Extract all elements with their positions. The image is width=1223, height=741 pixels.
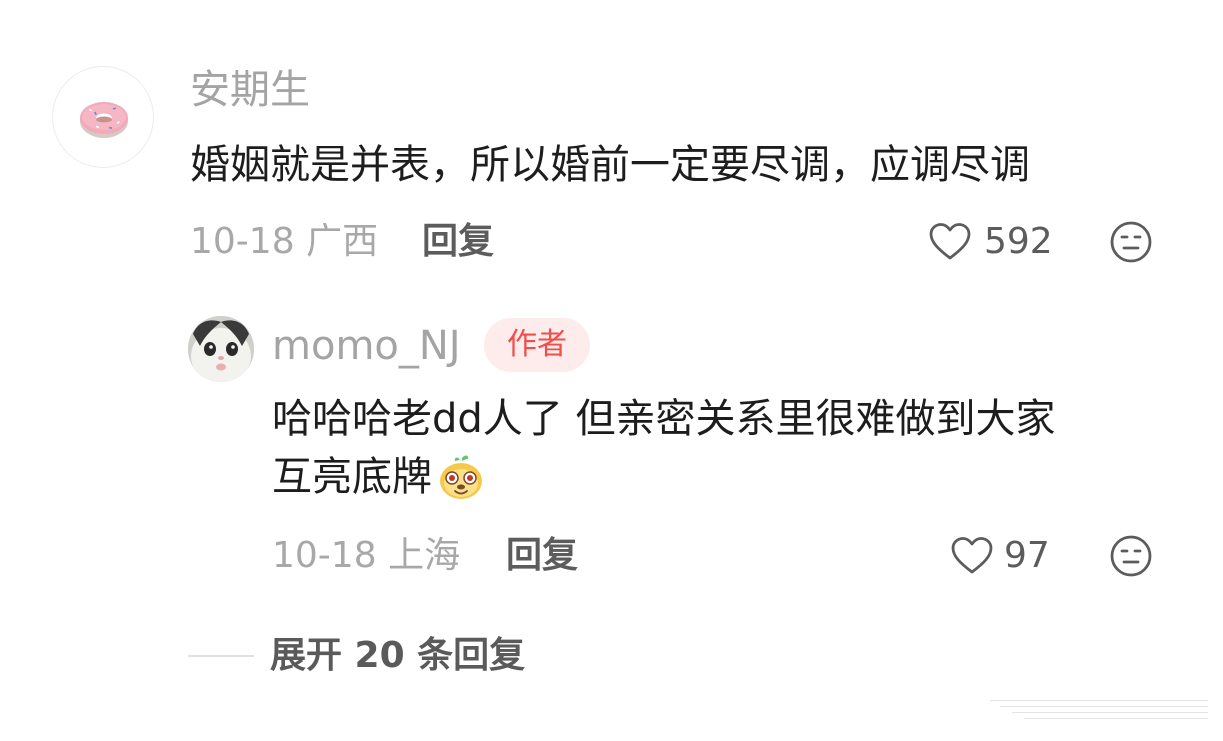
comment-thread: { "comment": { "username": "安期生", "text"…	[0, 0, 1223, 741]
neutral-face-icon	[1110, 221, 1152, 263]
neutral-face-icon	[1110, 535, 1152, 577]
expand-replies-button[interactable]: 展开 20 条回复	[270, 634, 525, 678]
reply-text-line2-row: 互亮底牌	[272, 448, 1192, 506]
comment-text: 婚姻就是并表，所以婚前一定要尽调，应调尽调	[190, 142, 1030, 188]
comment-meta: 10-18 广西	[190, 220, 378, 264]
reply-text-line2: 互亮底牌	[272, 454, 432, 500]
like-button[interactable]: 592	[928, 220, 1053, 264]
heart-icon	[951, 537, 993, 574]
reply-avatar[interactable]	[188, 316, 254, 382]
reply-button[interactable]: 回复	[422, 220, 494, 264]
comment-date: 10-18	[190, 221, 295, 262]
like-count: 592	[984, 221, 1053, 262]
author-badge: 作者	[484, 318, 590, 372]
reply-date: 10-18	[272, 535, 377, 576]
dislike-button[interactable]	[1109, 220, 1153, 268]
reply-like-count: 97	[1004, 535, 1050, 576]
heart-icon	[929, 223, 971, 260]
donut-icon	[80, 102, 128, 138]
reply-text-line1: 哈哈哈老dd人了 但亲密关系里很难做到大家	[272, 396, 1056, 442]
reply-meta: 10-18 上海	[272, 534, 460, 578]
reply-location: 上海	[388, 535, 461, 576]
comment-location: 广西	[306, 221, 379, 262]
reply-text: 哈哈哈老dd人了 但亲密关系里很难做到大家 互亮底牌	[272, 390, 1192, 506]
reply-dislike-button[interactable]	[1109, 534, 1153, 582]
reply-username[interactable]: momo_NJ	[272, 322, 461, 370]
cat-avatar-icon	[188, 316, 254, 382]
smiling-dog-emoji	[440, 455, 482, 499]
reply-like-button[interactable]: 97	[950, 534, 1050, 578]
expand-divider	[188, 655, 254, 657]
avatar[interactable]	[52, 66, 154, 168]
reply-reply-button[interactable]: 回复	[506, 534, 578, 578]
comment-username[interactable]: 安期生	[190, 66, 310, 114]
